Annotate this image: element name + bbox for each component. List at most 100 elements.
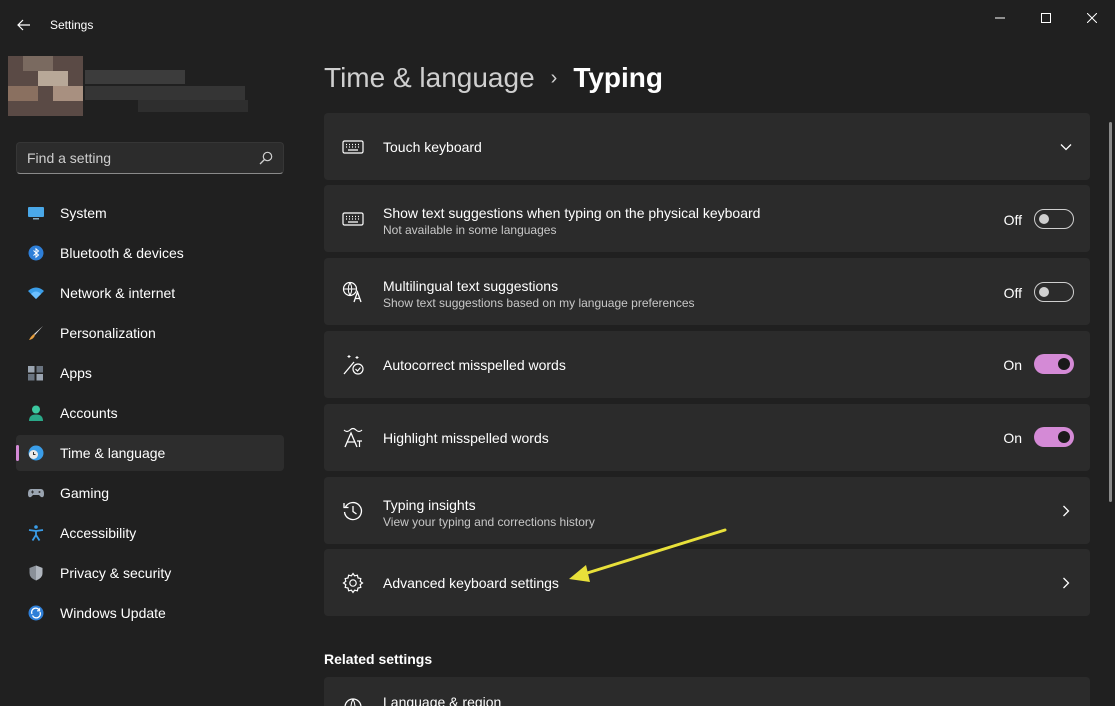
- avatar-pixel: [53, 86, 83, 101]
- multilingual-title: Multilingual text suggestions: [383, 278, 559, 294]
- sidebar-item-personalization[interactable]: Personalization: [16, 315, 284, 351]
- scrollbar[interactable]: [1109, 122, 1112, 502]
- sidebar-item-network[interactable]: Network & internet: [16, 275, 284, 311]
- chevron-right-icon: [1063, 577, 1070, 589]
- chevron-right-icon: [1063, 505, 1070, 517]
- highlight-toggle[interactable]: [1034, 427, 1074, 447]
- toggle-knob: [1039, 287, 1049, 297]
- update-icon: [28, 605, 44, 621]
- typing-insights-subtitle: View your typing and corrections history: [383, 515, 595, 529]
- sidebar-item-accounts[interactable]: Accounts: [16, 395, 284, 431]
- sidebar-item-windows-update[interactable]: Windows Update: [16, 595, 284, 631]
- translate-icon: [342, 281, 362, 303]
- autocorrect-icon: [343, 355, 364, 375]
- highlight-title: Highlight misspelled words: [383, 430, 549, 446]
- sidebar-item-label: Apps: [60, 365, 92, 381]
- sidebar-item-bluetooth[interactable]: Bluetooth & devices: [16, 235, 284, 271]
- autocorrect-toggle[interactable]: [1034, 354, 1074, 374]
- bluetooth-icon: [28, 245, 44, 261]
- wifi-icon: [28, 287, 44, 299]
- profile-name-blur: [85, 70, 185, 84]
- keyboard-icon: [342, 140, 364, 154]
- keyboard-icon: [342, 212, 364, 226]
- sidebar-item-label: Personalization: [60, 325, 156, 341]
- multilingual-card: Multilingual text suggestions Show text …: [324, 258, 1090, 325]
- sidebar-item-label: Network & internet: [60, 285, 176, 301]
- maximize-icon: [1041, 13, 1051, 23]
- avatar-pixel: [38, 71, 68, 86]
- search-box[interactable]: [16, 142, 284, 174]
- close-icon: [1087, 13, 1097, 23]
- text-suggestions-subtitle: Not available in some languages: [383, 223, 557, 237]
- sidebar-item-label: Time & language: [60, 445, 166, 461]
- window-title: Settings: [50, 18, 94, 32]
- brush-icon: [29, 326, 43, 340]
- sidebar-item-label: Gaming: [60, 485, 110, 501]
- sidebar-item-apps[interactable]: Apps: [16, 355, 284, 391]
- accessibility-icon: [28, 525, 44, 541]
- gamepad-icon: [28, 489, 44, 498]
- user-profile[interactable]: [8, 56, 253, 116]
- avatar-pixel: [23, 56, 53, 71]
- autocorrect-title: Autocorrect misspelled words: [383, 357, 566, 373]
- maximize-button[interactable]: [1023, 4, 1069, 32]
- language-region-card[interactable]: Language & region: [324, 677, 1090, 706]
- history-icon: [343, 501, 363, 521]
- profile-email-blur: [138, 100, 248, 112]
- avatar-pixel: [8, 86, 38, 101]
- advanced-keyboard-title: Advanced keyboard settings: [383, 575, 559, 591]
- toggle-state-label: On: [1003, 430, 1022, 446]
- breadcrumb: Time & language › Typing: [324, 58, 663, 98]
- sidebar-item-label: System: [60, 205, 107, 221]
- sidebar-item-accessibility[interactable]: Accessibility: [16, 515, 284, 551]
- text-suggestions-title: Show text suggestions when typing on the…: [383, 205, 761, 221]
- highlight-card: Highlight misspelled words On: [324, 404, 1090, 471]
- search-input[interactable]: [27, 143, 247, 173]
- sidebar-item-label: Bluetooth & devices: [60, 245, 184, 261]
- shield-icon: [29, 565, 43, 581]
- sidebar-item-gaming[interactable]: Gaming: [16, 475, 284, 511]
- touch-keyboard-title: Touch keyboard: [383, 139, 482, 155]
- language-region-title: Language & region: [383, 694, 502, 706]
- sidebar-item-label: Windows Update: [60, 605, 166, 621]
- search-icon: [259, 151, 273, 165]
- gear-icon: [342, 572, 364, 594]
- toggle-knob: [1058, 431, 1070, 443]
- sidebar-item-label: Accounts: [60, 405, 118, 421]
- multilingual-subtitle: Show text suggestions based on my langua…: [383, 296, 695, 310]
- breadcrumb-separator: ›: [550, 66, 558, 89]
- advanced-keyboard-card[interactable]: Advanced keyboard settings: [324, 549, 1090, 616]
- profile-email-blur: [85, 86, 245, 100]
- sidebar-item-system[interactable]: System: [16, 195, 284, 231]
- back-button[interactable]: [10, 12, 38, 38]
- sidebar-nav: System Bluetooth & devices Network & int…: [16, 195, 284, 635]
- back-arrow-icon: [17, 19, 30, 31]
- sidebar-item-time-language[interactable]: Time & language: [16, 435, 284, 471]
- related-settings-heading: Related settings: [324, 651, 433, 667]
- toggle-state-label: Off: [1003, 285, 1022, 301]
- chevron-down-icon[interactable]: [1058, 139, 1074, 155]
- breadcrumb-parent[interactable]: Time & language: [324, 62, 535, 94]
- sidebar-item-label: Accessibility: [60, 525, 137, 541]
- sidebar-item-label: Privacy & security: [60, 565, 172, 581]
- toggle-state-label: Off: [1003, 212, 1022, 228]
- toggle-knob: [1039, 214, 1049, 224]
- spellcheck-icon: [343, 427, 363, 448]
- text-suggestions-card: Show text suggestions when typing on the…: [324, 185, 1090, 252]
- page-title: Typing: [573, 62, 664, 93]
- text-suggestions-toggle[interactable]: [1034, 209, 1074, 229]
- title-bar: Settings: [0, 0, 1115, 48]
- apps-icon: [28, 366, 43, 381]
- close-button[interactable]: [1069, 4, 1115, 32]
- touch-keyboard-card[interactable]: Touch keyboard: [324, 113, 1090, 180]
- typing-insights-card[interactable]: Typing insights View your typing and cor…: [324, 477, 1090, 544]
- minimize-button[interactable]: [977, 4, 1023, 32]
- monitor-icon: [28, 207, 44, 220]
- sidebar-item-privacy[interactable]: Privacy & security: [16, 555, 284, 591]
- multilingual-toggle[interactable]: [1034, 282, 1074, 302]
- toggle-knob: [1058, 358, 1070, 370]
- globe-clock-icon: [28, 445, 44, 461]
- globe-icon: [344, 698, 362, 706]
- toggle-state-label: On: [1003, 357, 1022, 373]
- person-icon: [29, 405, 43, 421]
